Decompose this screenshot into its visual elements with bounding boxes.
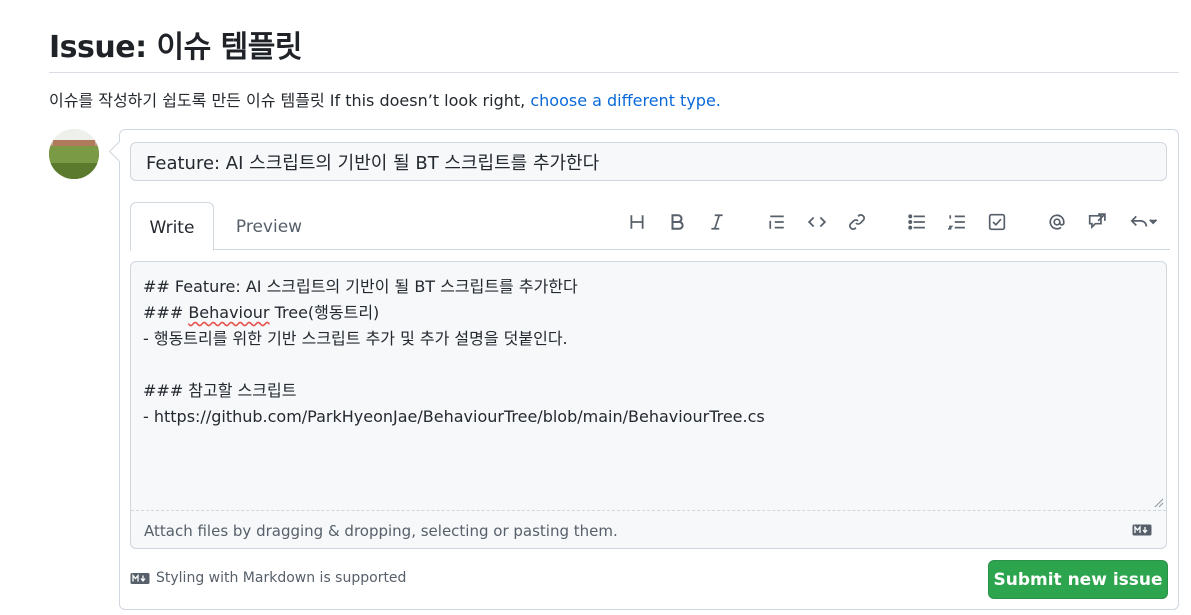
avatar[interactable] xyxy=(49,129,99,179)
markdown-icon xyxy=(130,572,150,584)
task-list-icon[interactable] xyxy=(985,210,1009,234)
spellcheck-word: Behaviour xyxy=(188,303,270,322)
bold-icon[interactable] xyxy=(665,210,689,234)
page-title: Issue: 이슈 템플릿 xyxy=(49,30,302,65)
code-icon[interactable] xyxy=(805,210,829,234)
bulleted-list-icon[interactable] xyxy=(905,210,929,234)
link-icon[interactable] xyxy=(845,210,869,234)
description-text: 이슈를 작성하기 쉽도록 만든 이슈 템플릿 If this doesn’t l… xyxy=(49,91,526,110)
choose-type-link[interactable]: choose a different type. xyxy=(530,91,721,110)
body-line: ## Feature: AI 스크립트의 기반이 될 BT 스크립트를 추가한다 xyxy=(143,277,578,296)
reply-icon[interactable] xyxy=(1125,210,1161,234)
body-line xyxy=(143,352,1154,378)
body-line: ### 참고할 스크립트 xyxy=(143,381,297,400)
issue-title-input[interactable] xyxy=(130,142,1167,181)
title-divider xyxy=(49,72,1179,73)
body-line: ### Behaviour Tree(행동트리) xyxy=(143,303,380,322)
tab-preview[interactable]: Preview xyxy=(224,202,314,251)
markdown-icon xyxy=(1132,524,1152,536)
markdown-support-note[interactable]: Styling with Markdown is supported xyxy=(130,570,406,586)
resize-handle[interactable] xyxy=(1154,498,1164,508)
issue-form-card: Write Preview xyxy=(119,129,1179,610)
editor-tabs: Write Preview xyxy=(130,202,1170,251)
attach-files-hint[interactable]: Attach files by dragging & dropping, sel… xyxy=(144,522,618,540)
heading-icon[interactable] xyxy=(625,210,649,234)
body-line: - https://github.com/ParkHyeonJae/Behavi… xyxy=(143,407,765,426)
markdown-support-text: Styling with Markdown is supported xyxy=(156,570,407,586)
issue-body-editor: ## Feature: AI 스크립트의 기반이 될 BT 스크립트를 추가한다… xyxy=(130,261,1167,549)
tab-write[interactable]: Write xyxy=(130,202,214,251)
attach-files-bar[interactable]: Attach files by dragging & dropping, sel… xyxy=(131,510,1166,548)
submit-issue-button[interactable]: Submit new issue xyxy=(988,560,1168,599)
quote-icon[interactable] xyxy=(765,210,789,234)
mention-icon[interactable] xyxy=(1045,210,1069,234)
body-line: - 행동트리를 위한 기반 스크립트 추가 및 추가 설명을 덧붙인다. xyxy=(143,329,568,348)
issue-body-textarea[interactable]: ## Feature: AI 스크립트의 기반이 될 BT 스크립트를 추가한다… xyxy=(131,262,1166,510)
reference-icon[interactable] xyxy=(1085,210,1109,234)
numbered-list-icon[interactable] xyxy=(945,210,969,234)
template-description: 이슈를 작성하기 쉽도록 만든 이슈 템플릿 If this doesn’t l… xyxy=(49,87,721,111)
italic-icon[interactable] xyxy=(705,210,729,234)
avatar-image xyxy=(49,129,99,179)
